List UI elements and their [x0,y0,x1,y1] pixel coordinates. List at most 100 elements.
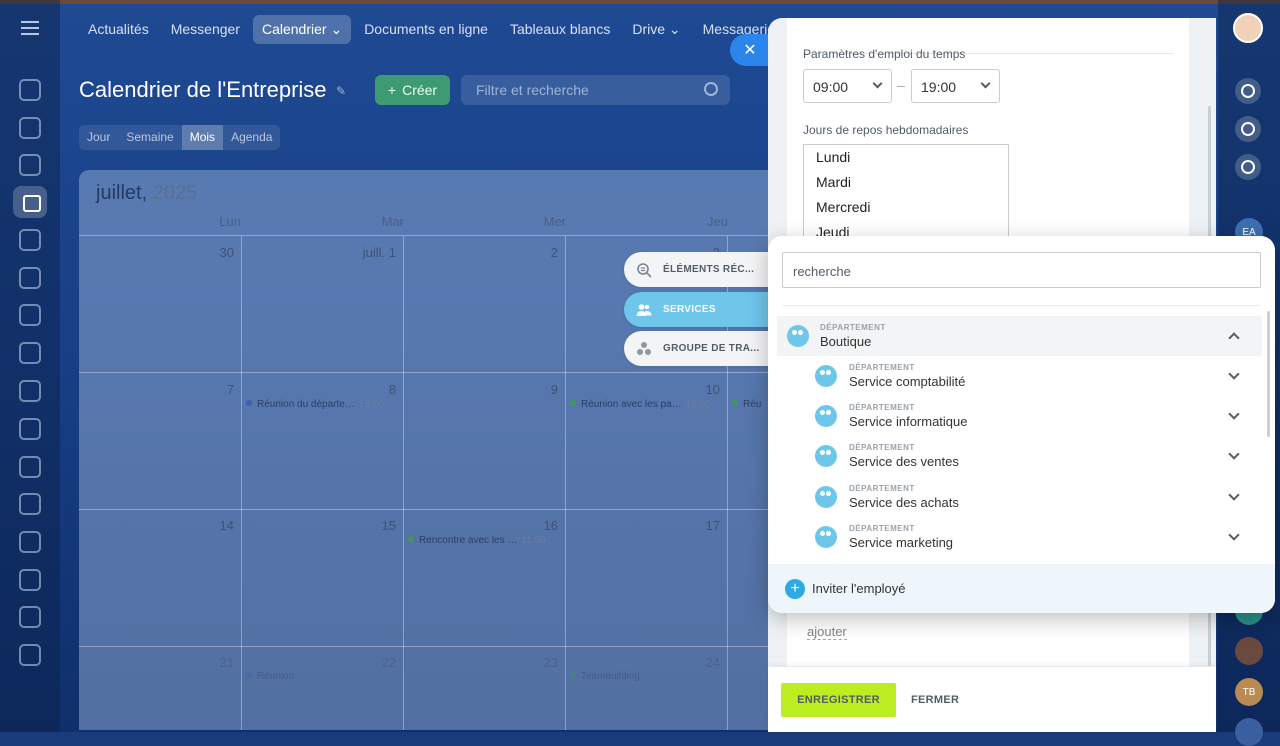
day-number[interactable]: 2 [408,245,558,260]
contact-avatar[interactable] [1235,718,1263,746]
view-jour[interactable]: Jour [79,125,118,150]
department-item[interactable]: DÉPARTEMENT Service des ventes [777,436,1262,476]
mail-icon[interactable] [19,304,41,326]
event-dot [246,400,252,406]
create-button[interactable]: + Créer [375,75,450,105]
grid-line [79,372,799,373]
contact-avatar[interactable] [1235,637,1263,665]
department-name: Service comptabilité [849,374,966,389]
time-to-select[interactable]: 19:00 [911,69,1000,103]
day-number[interactable]: 15 [246,518,396,533]
menu-icon[interactable] [21,21,39,35]
event-title: Réunion avec les pa… [581,399,682,410]
day-number[interactable]: 17 [570,518,720,533]
tab-recent[interactable]: ÉLÉMENTS RÉC... [624,252,784,287]
box-icon[interactable] [19,531,41,553]
view-semaine[interactable]: Semaine [118,125,181,150]
save-button[interactable]: ENREGISTRER [781,683,896,717]
calendar-event[interactable]: Teambuilding [570,671,640,682]
weekday-option[interactable]: Mercredi [804,195,1008,220]
nav-tableaux[interactable]: Tableaux blancs [501,15,619,43]
feed-icon[interactable] [19,79,41,101]
nav-drive[interactable]: Drive ⌄ [623,15,689,44]
chevron-up-icon[interactable] [1228,332,1240,344]
selector-search-input[interactable]: recherche [782,252,1261,288]
time-from-select[interactable]: 09:00 [803,69,892,103]
calendar-event[interactable]: Réunion [246,671,294,682]
shop-icon[interactable] [19,644,41,666]
search-list-icon [636,262,652,278]
day-number[interactable]: 23 [408,655,558,670]
weekday-option[interactable]: Mardi [804,170,1008,195]
time-separator [897,86,905,87]
search-chat-icon[interactable] [1235,154,1261,180]
hexagon-icon[interactable] [19,380,41,402]
day-number[interactable]: 21 [84,655,234,670]
calendar-icon[interactable] [13,186,47,218]
cart-icon[interactable] [19,569,41,591]
scrollbar[interactable] [1267,311,1270,437]
team-icon[interactable] [19,342,41,364]
card-icon[interactable] [19,606,41,628]
user-avatar[interactable] [1233,13,1263,43]
drive-icon[interactable] [19,267,41,289]
nav-documents[interactable]: Documents en ligne [355,15,497,43]
tab-label: SERVICES [663,304,716,315]
chat-icon[interactable] [19,117,41,139]
window-top-strip [0,0,1280,4]
invite-employee-button[interactable]: + Inviter l'employé [768,564,1275,613]
department-item[interactable]: DÉPARTEMENT Service marketing [777,517,1262,557]
day-number[interactable]: 24 [570,655,720,670]
nav-actualites[interactable]: Actualités [79,15,158,43]
day-number[interactable]: 14 [84,518,234,533]
day-number[interactable]: juill. 1 [246,245,396,260]
day-number[interactable]: 10 [570,382,720,397]
department-item[interactable]: DÉPARTEMENT Service informatique [777,396,1262,436]
filter-search-input[interactable]: Filtre et recherche [461,75,730,105]
grid-line [79,509,799,510]
tab-workgroups[interactable]: GROUPE DE TRA... [624,331,784,366]
day-number[interactable]: 9 [408,382,558,397]
day-number[interactable]: 22 [246,655,396,670]
nav-calendrier[interactable]: Calendrier ⌄ [252,14,352,44]
chevron-down-icon[interactable] [1228,489,1240,501]
chevron-down-icon [872,78,883,89]
view-mois[interactable]: Mois [181,125,224,150]
weekend-label: Jours de repos hebdomadaires [803,123,969,137]
news-icon[interactable] [19,154,41,176]
department-name: Service informatique [849,414,968,429]
chevron-down-icon[interactable] [1228,529,1240,541]
tasks-icon[interactable] [19,456,41,478]
calendar-event[interactable]: Rencontre avec les … 11:00 [408,535,546,546]
activity-icon[interactable] [1235,116,1261,142]
close-slider-button[interactable]: ✕ [730,34,770,66]
funnel-icon[interactable] [19,493,41,515]
calendar-event[interactable]: Réunion du départe… 15:00 [246,399,384,410]
tab-services[interactable]: SERVICES [624,292,784,327]
chevron-down-icon[interactable] [1228,448,1240,460]
day-number[interactable]: 30 [84,245,234,260]
weekday-option[interactable]: Lundi [804,145,1008,170]
document-icon[interactable] [19,229,41,251]
add-link[interactable]: ajouter [807,624,847,640]
day-number[interactable]: 16 [408,518,558,533]
pin-icon[interactable]: ✎ [336,84,346,98]
department-selector-popup: recherche DÉPARTEMENT Boutique DÉPARTEME… [768,236,1275,613]
calendar-event[interactable]: Réu [732,399,761,410]
board-icon[interactable] [19,418,41,440]
department-item[interactable]: DÉPARTEMENT Service des achats [777,477,1262,517]
department-root[interactable]: DÉPARTEMENT Boutique [777,316,1262,356]
close-button[interactable]: FERMER [911,683,959,717]
calendar-event[interactable]: Réunion avec les pa… 10:00 [570,399,711,410]
weekend-days-select[interactable]: Lundi Mardi Mercredi Jeudi [803,144,1009,240]
department-item[interactable]: DÉPARTEMENT Service comptabilité [777,356,1262,396]
event-time: 15:00 [358,399,384,410]
day-number[interactable]: 8 [246,382,396,397]
contact-avatar[interactable]: TB [1235,678,1263,706]
chevron-down-icon[interactable] [1228,408,1240,420]
view-agenda[interactable]: Agenda [223,125,280,150]
bell-icon[interactable] [1235,78,1261,104]
day-number[interactable]: 7 [84,382,234,397]
nav-messenger[interactable]: Messenger [162,15,249,43]
chevron-down-icon[interactable] [1228,368,1240,380]
